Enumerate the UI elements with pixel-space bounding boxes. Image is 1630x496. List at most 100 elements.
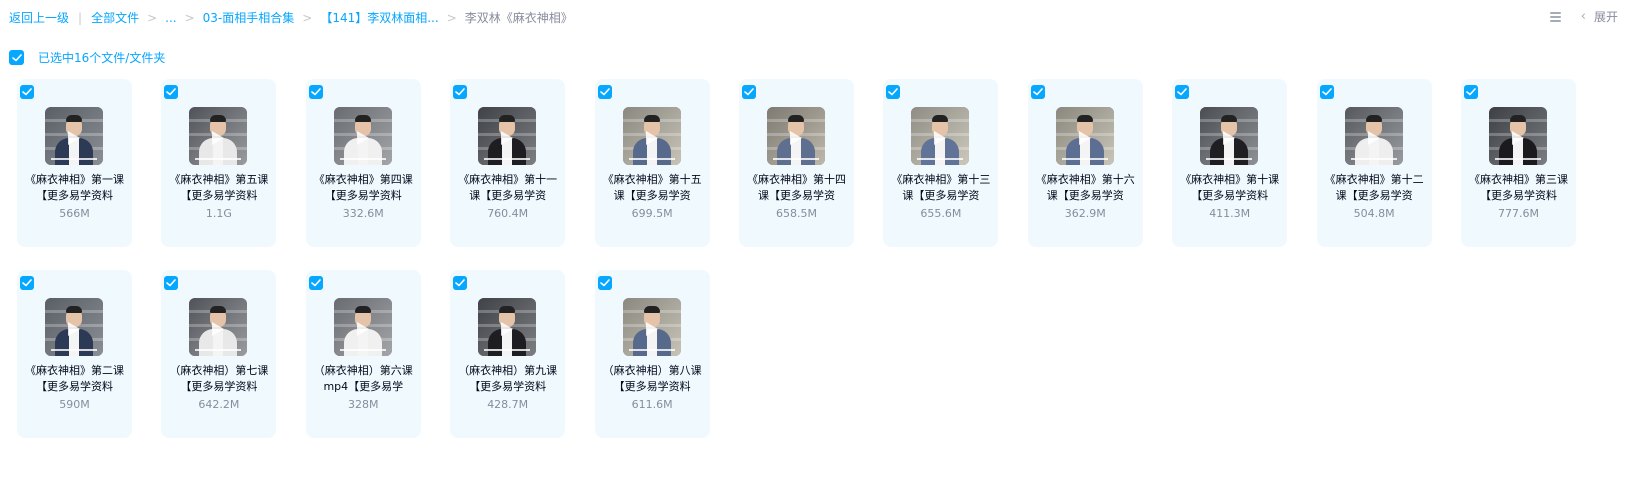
file-checkbox[interactable]	[597, 85, 612, 99]
check-icon	[1466, 88, 1476, 96]
file-checkbox[interactable]	[20, 85, 34, 99]
view-controls: ‹ 展开	[1549, 8, 1618, 25]
play-icon	[501, 322, 514, 336]
video-thumbnail-icon[interactable]	[1489, 107, 1547, 165]
file-size: 332.6M	[342, 207, 384, 220]
video-thumbnail-icon[interactable]	[767, 107, 825, 165]
chevron-left-icon[interactable]: ‹	[1581, 9, 1586, 24]
file-card[interactable]: 《麻衣神相》第一课【更多易学资料 566M	[17, 79, 132, 247]
play-icon	[645, 322, 658, 336]
file-checkbox[interactable]	[1319, 85, 1334, 99]
file-checkbox[interactable]	[742, 85, 756, 99]
file-checkbox[interactable]	[1030, 85, 1045, 99]
file-size: 362.9M	[1064, 207, 1106, 220]
file-card[interactable]: （麻衣神相）第九课【更多易学资料 428.7M	[450, 270, 566, 438]
video-thumbnail-icon[interactable]	[189, 298, 248, 356]
select-all-checkbox[interactable]	[9, 50, 24, 65]
video-thumbnail-icon[interactable]	[622, 107, 681, 165]
file-checkbox[interactable]	[453, 85, 468, 99]
file-checkbox[interactable]	[308, 85, 323, 99]
play-icon	[212, 131, 225, 145]
play-icon	[1078, 131, 1091, 145]
file-name[interactable]: （麻衣神相）第六课mp4【更多易学	[312, 363, 415, 395]
breadcrumb-separator-icon: >	[446, 10, 457, 25]
play-icon	[68, 131, 80, 145]
list-view-icon[interactable]	[1549, 11, 1563, 23]
file-name[interactable]: 《麻衣神相》第十一课【更多易学资	[456, 172, 559, 204]
file-name[interactable]: 《麻衣神相》第十二课【更多易学资	[1323, 172, 1426, 204]
file-checkbox[interactable]	[597, 276, 612, 290]
play-icon	[501, 131, 514, 145]
check-icon	[1321, 88, 1332, 96]
file-size: 411.3M	[1209, 207, 1251, 220]
video-thumbnail-icon[interactable]	[189, 107, 248, 165]
file-card[interactable]: 《麻衣神相》第二课【更多易学资料 590M	[17, 270, 132, 438]
file-card[interactable]: 《麻衣神相》第十二课【更多易学资 504.8M	[1316, 79, 1432, 247]
video-thumbnail-icon[interactable]	[478, 298, 537, 356]
file-size: 699.5M	[631, 207, 673, 220]
file-checkbox[interactable]	[453, 276, 468, 290]
check-icon	[888, 88, 899, 96]
breadcrumb-folder-141[interactable]: 【141】李双林面相...	[320, 9, 438, 26]
file-name[interactable]: 《麻衣神相》第五课【更多易学资料	[167, 172, 270, 204]
file-checkbox[interactable]	[1175, 85, 1190, 99]
check-icon	[166, 279, 177, 287]
file-card[interactable]: 《麻衣神相》第五课【更多易学资料 1.1G	[161, 79, 277, 247]
video-thumbnail-icon[interactable]	[1200, 107, 1259, 165]
video-thumbnail-icon[interactable]	[45, 107, 103, 165]
check-icon	[455, 88, 465, 96]
file-card[interactable]: 《麻衣神相》第三课【更多易学资料 777.6M	[1461, 79, 1576, 247]
expand-button[interactable]: 展开	[1594, 8, 1618, 25]
breadcrumb-all-files[interactable]: 全部文件	[91, 9, 139, 26]
file-size: 1.1G	[205, 207, 232, 220]
file-checkbox[interactable]	[20, 276, 34, 290]
file-name[interactable]: （麻衣神相）第七课【更多易学资料	[167, 363, 270, 395]
video-thumbnail-icon[interactable]	[1055, 107, 1114, 165]
file-name[interactable]: 《麻衣神相》第十课【更多易学资料	[1178, 172, 1281, 204]
file-card[interactable]: 《麻衣神相》第十五课【更多易学资 699.5M	[594, 79, 710, 247]
file-checkbox[interactable]	[164, 276, 179, 290]
file-card[interactable]: 《麻衣神相》第十四课【更多易学资 658.5M	[739, 79, 854, 247]
video-thumbnail-icon[interactable]	[622, 298, 681, 356]
file-size: 655.6M	[920, 207, 962, 220]
file-name[interactable]: （麻衣神相）第八课【更多易学资料	[601, 363, 704, 395]
file-checkbox[interactable]	[1464, 85, 1478, 99]
file-checkbox[interactable]	[308, 276, 323, 290]
file-name[interactable]: 《麻衣神相》第十六课【更多易学资	[1034, 172, 1137, 204]
file-name[interactable]: 《麻衣神相》第三课【更多易学资料	[1467, 172, 1570, 204]
check-icon	[166, 88, 177, 96]
breadcrumb-ellipsis[interactable]: ...	[165, 11, 176, 25]
play-icon	[1223, 131, 1236, 145]
video-thumbnail-icon[interactable]	[1344, 107, 1403, 165]
video-thumbnail-icon[interactable]	[478, 107, 537, 165]
file-size: 611.6M	[631, 398, 673, 411]
video-thumbnail-icon[interactable]	[333, 107, 392, 165]
file-checkbox[interactable]	[886, 85, 901, 99]
file-card[interactable]: 《麻衣神相》第四课【更多易学资料 332.6M	[305, 79, 421, 247]
check-icon	[599, 88, 610, 96]
file-checkbox[interactable]	[164, 85, 179, 99]
breadcrumb-folder-face-palm[interactable]: 03-面相手相合集	[203, 9, 295, 26]
file-card[interactable]: （麻衣神相）第七课【更多易学资料 642.2M	[161, 270, 277, 438]
file-name[interactable]: 《麻衣神相》第十五课【更多易学资	[601, 172, 704, 204]
check-icon	[1177, 88, 1187, 96]
file-card[interactable]: （麻衣神相）第八课【更多易学资料 611.6M	[594, 270, 710, 438]
file-card[interactable]: 《麻衣神相》第十六课【更多易学资 362.9M	[1027, 79, 1143, 247]
file-card[interactable]: （麻衣神相）第六课mp4【更多易学 328M	[305, 270, 421, 438]
file-name[interactable]: （麻衣神相）第九课【更多易学资料	[456, 363, 559, 395]
video-thumbnail-icon[interactable]	[911, 107, 970, 165]
file-card[interactable]: 《麻衣神相》第十三课【更多易学资 655.6M	[883, 79, 999, 247]
file-name[interactable]: 《麻衣神相》第十三课【更多易学资	[889, 172, 992, 204]
file-card[interactable]: 《麻衣神相》第十一课【更多易学资 760.4M	[450, 79, 566, 247]
check-icon	[310, 279, 321, 287]
check-icon	[1032, 88, 1043, 96]
file-name[interactable]: 《麻衣神相》第四课【更多易学资料	[312, 172, 415, 204]
file-name[interactable]: 《麻衣神相》第十四课【更多易学资	[745, 172, 848, 204]
file-card[interactable]: 《麻衣神相》第十课【更多易学资料 411.3M	[1172, 79, 1288, 247]
video-thumbnail-icon[interactable]	[45, 298, 103, 356]
file-name[interactable]: 《麻衣神相》第二课【更多易学资料	[23, 363, 126, 395]
file-size: 328M	[348, 398, 379, 411]
back-link[interactable]: 返回上一级	[9, 9, 69, 26]
video-thumbnail-icon[interactable]	[333, 298, 392, 356]
file-name[interactable]: 《麻衣神相》第一课【更多易学资料	[23, 172, 126, 204]
